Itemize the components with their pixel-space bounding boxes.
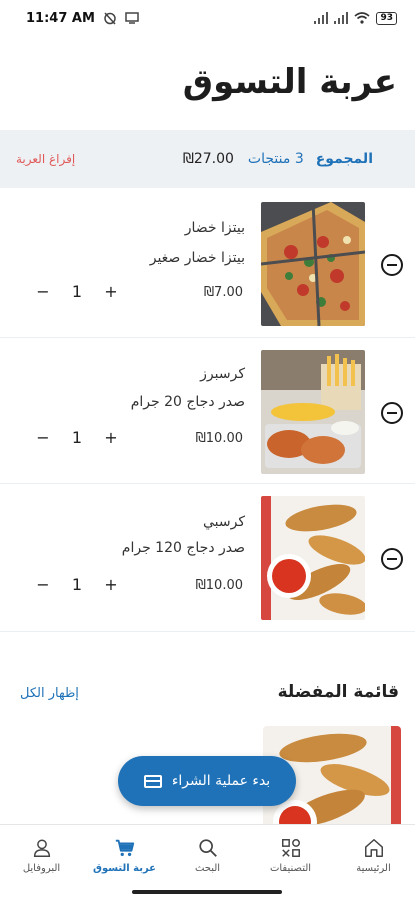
remove-item-button[interactable] <box>381 548 403 570</box>
decrease-button[interactable]: − <box>34 428 52 447</box>
page-title: عربة التسوق <box>182 62 397 102</box>
cart-item: كرسبرز صدر دجاج 20 جرام ₪10.00 − 1 + <box>0 338 415 484</box>
nav-search-label: البحث <box>194 863 221 874</box>
bottom-navigation: الرئيسية التصنيفات البحث عربة التسوق الب… <box>0 824 415 886</box>
quantity-stepper: − 1 + <box>34 428 120 447</box>
increase-button[interactable]: + <box>102 282 120 301</box>
quantity-value: 1 <box>71 575 83 594</box>
checkout-label: بدء عملية الشراء <box>171 773 271 789</box>
battery-icon: 93 <box>376 11 397 25</box>
screen-icon <box>125 12 139 24</box>
home-icon <box>364 839 383 857</box>
cart-item: بيتزا خضار بيتزا خضار صغير ₪7.00 − 1 + <box>0 192 415 338</box>
nav-search[interactable]: البحث <box>166 825 249 886</box>
cart-icon <box>115 839 134 857</box>
item-description: بيتزا خضار صغير <box>149 250 245 266</box>
decrease-button[interactable]: − <box>34 575 52 594</box>
remove-item-button[interactable] <box>381 402 403 424</box>
item-name: كرسبرز <box>200 366 245 382</box>
nav-home[interactable]: الرئيسية <box>332 825 415 886</box>
nav-profile[interactable]: البروفايل <box>0 825 83 886</box>
profile-icon <box>33 839 50 857</box>
nav-profile-label: البروفايل <box>22 863 61 874</box>
decrease-button[interactable]: − <box>34 282 52 301</box>
search-icon <box>198 839 217 857</box>
summary-count: 3 منتجات <box>247 151 304 167</box>
signal-2-icon <box>334 12 349 24</box>
checkout-button[interactable]: بدء عملية الشراء <box>118 756 296 806</box>
quantity-value: 1 <box>71 428 83 447</box>
summary-label: المجموع <box>315 151 373 167</box>
item-image-crispers <box>261 350 365 474</box>
nav-categories-label: التصنيفات <box>269 863 312 874</box>
increase-button[interactable]: + <box>102 428 120 447</box>
nav-categories[interactable]: التصنيفات <box>249 825 332 886</box>
item-name: بيتزا خضار <box>184 220 245 236</box>
item-price: ₪10.00 <box>195 578 243 593</box>
nav-cart-label: عربة التسوق <box>93 863 157 874</box>
item-name: كرسبي <box>202 514 245 530</box>
wifi-icon <box>354 12 370 24</box>
remove-item-button[interactable] <box>381 254 403 276</box>
quantity-stepper: − 1 + <box>34 282 120 301</box>
quantity-stepper: − 1 + <box>34 575 120 594</box>
favorites-title: قائمة المفضلة <box>277 682 399 702</box>
status-time: 11:47 AM <box>26 10 95 26</box>
summary-total: ₪27.00 <box>182 151 234 167</box>
status-right: 93 <box>314 11 397 25</box>
quantity-value: 1 <box>71 282 83 301</box>
status-bar: 11:47 AM 93 <box>0 0 415 36</box>
item-image-crispy <box>261 496 365 620</box>
categories-icon <box>281 839 300 857</box>
item-description: صدر دجاج 20 جرام <box>130 394 245 410</box>
signal-icon <box>314 12 329 24</box>
nav-cart[interactable]: عربة التسوق <box>83 825 166 886</box>
credit-card-icon <box>143 774 162 788</box>
item-price: ₪7.00 <box>203 285 243 300</box>
alarm-off-icon <box>104 12 116 25</box>
item-price: ₪10.00 <box>195 431 243 446</box>
home-indicator <box>132 890 282 894</box>
show-all-link[interactable]: إظهار الكل <box>20 686 79 701</box>
status-left: 11:47 AM <box>26 11 139 26</box>
item-image-pizza <box>261 202 365 326</box>
item-description: صدر دجاج 120 جرام <box>121 540 245 556</box>
cart-item: كرسبي صدر دجاج 120 جرام ₪10.00 − 1 + <box>0 484 415 632</box>
nav-home-label: الرئيسية <box>356 863 391 874</box>
increase-button[interactable]: + <box>102 575 120 594</box>
cart-summary-bar: المجموع 3 منتجات ₪27.00 إفراغ العربة <box>0 130 415 188</box>
clear-cart-link[interactable]: إفراغ العربة <box>16 152 75 166</box>
